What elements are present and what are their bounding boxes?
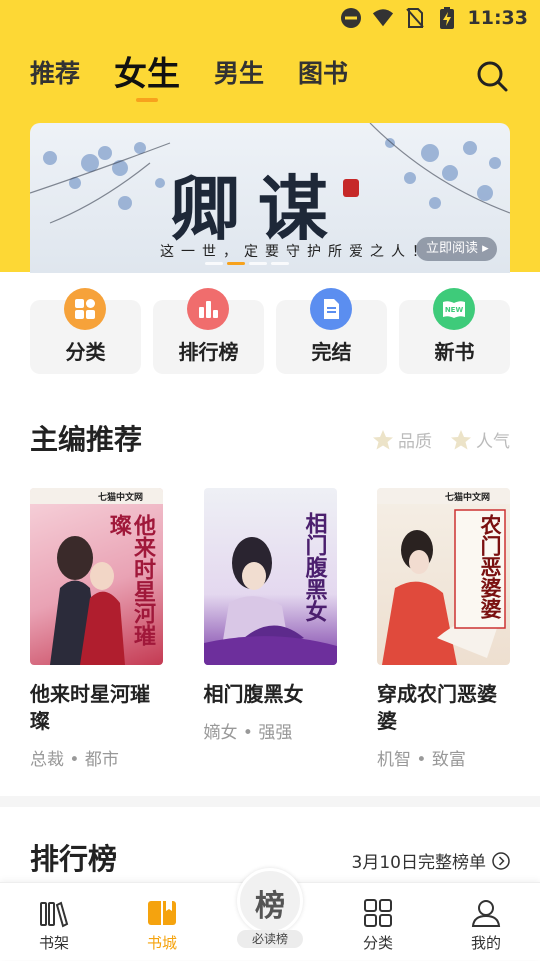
nav-profile[interactable]: 我的 <box>446 883 526 961</box>
chevron-right-circle-icon <box>492 851 510 870</box>
banner-title: 卿谋 <box>170 167 346 250</box>
bookshelf-icon <box>38 897 70 929</box>
category-label: 排行榜 <box>178 340 239 364</box>
no-sim-icon <box>404 7 426 29</box>
profile-icon <box>470 897 502 929</box>
category-grid-icon <box>64 288 106 330</box>
banner-subtitle: 这一世，定要守护所爱之人！ <box>160 244 433 260</box>
star-icon <box>373 429 393 449</box>
nav-bookshelf[interactable]: 书架 <box>14 883 94 961</box>
nav-label: 我的 <box>470 934 501 952</box>
tab-books[interactable]: 图书 <box>298 52 348 96</box>
red-seal-stamp <box>343 179 359 197</box>
category-label: 分类 <box>65 340 106 364</box>
book-cover: 七猫中文网 他来时星河璀璨 <box>30 488 163 665</box>
category-shortcuts: 分类 排行榜 完结 NEW 新书 <box>30 288 510 374</box>
star-icon <box>451 429 471 449</box>
nav-label: 书架 <box>38 934 69 952</box>
book-tags: 嫡女 • 强强 <box>203 723 293 743</box>
category-button-classify[interactable]: 分类 <box>30 288 141 374</box>
wifi-icon <box>372 7 394 29</box>
category-button-new-books[interactable]: NEW 新书 <box>399 288 510 374</box>
book-cover: 七猫中文网 农门恶婆婆 <box>377 488 510 665</box>
full-ranking-label: 3月10日完整榜单 <box>351 853 486 873</box>
cover-brand: 七猫中文网 <box>444 493 490 503</box>
bar-chart-icon <box>187 288 229 330</box>
status-time: 11:33 <box>467 7 528 29</box>
status-bar: 11:33 <box>0 0 540 36</box>
must-read-ranking-button[interactable]: 榜 必读榜 <box>233 866 307 956</box>
top-tabs: 推荐 女生 男生 图书 <box>30 52 348 96</box>
book-card[interactable]: 七猫中文网 他来时星河璀璨 他来时星河璀璨 总裁 • 都市 <box>30 488 163 770</box>
filter-popularity[interactable]: 人气 <box>450 427 510 452</box>
category-label: 新书 <box>434 340 475 364</box>
tab-recommend[interactable]: 推荐 <box>30 52 80 96</box>
nav-book-store[interactable]: 书城 <box>122 883 202 961</box>
battery-charging-icon <box>436 7 458 29</box>
banner-page-indicator <box>205 262 289 265</box>
nav-label: 分类 <box>362 934 393 952</box>
must-read-badge-glyph: 榜 <box>255 889 285 924</box>
category-button-completed[interactable]: 完结 <box>276 288 387 374</box>
read-now-button[interactable]: 立即阅读 ▸ <box>416 237 497 261</box>
book-title: 他来时星河璀璨 <box>30 682 150 733</box>
editor-picks-title: 主编推荐 <box>30 423 143 456</box>
editor-picks-filters: 品质 人气 <box>372 427 510 452</box>
book-tags: 机智 • 致富 <box>377 750 466 770</box>
promo-banner[interactable]: 卿谋 这一世，定要守护所爱之人！ 立即阅读 ▸ <box>30 123 510 273</box>
do-not-disturb-icon <box>340 7 362 29</box>
nav-categories[interactable]: 分类 <box>338 883 418 961</box>
tab-female[interactable]: 女生 <box>114 52 180 96</box>
nav-label: 书城 <box>146 934 177 952</box>
cover-title: 相门腹黑女 <box>301 512 328 622</box>
book-tags: 总裁 • 都市 <box>30 750 119 770</box>
category-label: 完结 <box>311 340 352 364</box>
cover-brand: 七猫中文网 <box>97 493 143 503</box>
section-divider <box>0 796 540 807</box>
category-button-ranking[interactable]: 排行榜 <box>153 288 264 374</box>
book-card[interactable]: 七猫中文网 农门恶婆婆 穿成农门恶婆婆 机智 • 致富 <box>377 488 510 770</box>
full-ranking-link[interactable]: 3月10日完整榜单 <box>352 848 510 873</box>
book-title: 穿成农门恶婆婆 <box>377 682 497 733</box>
cover-title: 他来时星河璀璨 <box>106 514 156 646</box>
grid-icon <box>362 897 394 929</box>
book-cover: 相门腹黑女 <box>203 488 337 665</box>
document-icon <box>310 288 352 330</box>
filter-quality[interactable]: 品质 <box>372 427 432 452</box>
cover-title: 农门恶婆婆 <box>478 514 503 619</box>
new-book-icon: NEW <box>433 288 475 330</box>
editor-picks-list: 七猫中文网 他来时星河璀璨 他来时星河璀璨 总裁 • 都市 相门腹黑女 相门腹黑… <box>30 488 510 770</box>
must-read-label: 必读榜 <box>237 930 303 948</box>
svg-text:NEW: NEW <box>445 306 464 314</box>
ranking-title: 排行榜 <box>30 842 118 876</box>
book-title: 相门腹黑女 <box>203 682 304 706</box>
search-icon[interactable] <box>474 58 510 94</box>
book-store-icon <box>146 897 178 929</box>
tab-male[interactable]: 男生 <box>214 52 264 96</box>
book-card[interactable]: 相门腹黑女 相门腹黑女 嫡女 • 强强 <box>203 488 337 770</box>
